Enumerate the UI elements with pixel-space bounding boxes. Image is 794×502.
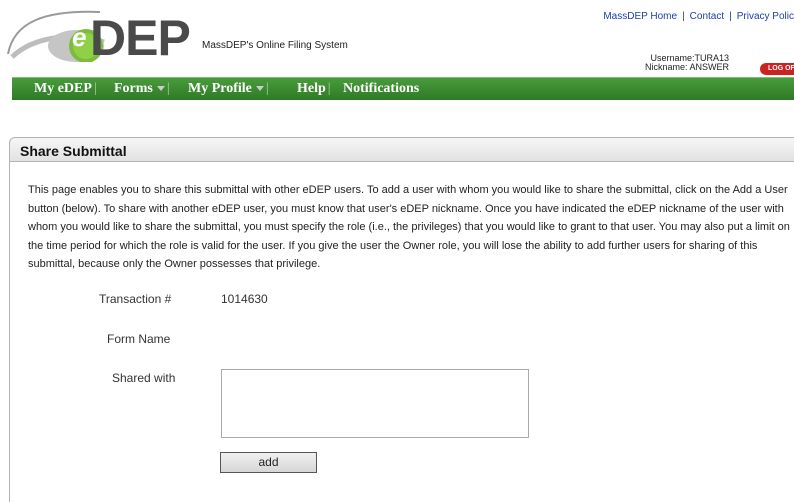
edep-logo-text: DEP bbox=[90, 10, 191, 66]
site-tagline: MassDEP's Online Filing System bbox=[202, 40, 348, 51]
nav-separator: | bbox=[166, 81, 170, 96]
nav-help[interactable]: Help | bbox=[297, 80, 331, 97]
privacy-policy-link[interactable]: Privacy Polic bbox=[737, 11, 794, 22]
form-name-label: Form Name bbox=[107, 332, 171, 346]
share-submittal-header: Share Submittal bbox=[9, 137, 794, 162]
top-links: MassDEP Home | Contact | Privacy Polic bbox=[603, 11, 794, 22]
transaction-label: Transaction # bbox=[99, 292, 172, 306]
massdep-home-link[interactable]: MassDEP Home bbox=[603, 11, 677, 22]
nickname-text: Nickname: ANSWER bbox=[644, 62, 729, 72]
contact-link[interactable]: Contact bbox=[690, 11, 724, 22]
nav-my-edep[interactable]: My eDEP | bbox=[34, 80, 97, 97]
main-nav-bar: My eDEP | Forms | My Profile | Help | Notifi… bbox=[12, 77, 794, 100]
edep-logo-e-letter: e bbox=[72, 22, 87, 52]
nav-separator: | bbox=[265, 81, 269, 96]
nav-notifications[interactable]: Notifications bbox=[343, 80, 419, 97]
nav-help-label: Help bbox=[297, 81, 326, 96]
log-off-button[interactable]: LOG OF bbox=[760, 63, 794, 75]
nav-my-profile[interactable]: My Profile | bbox=[188, 80, 269, 97]
nav-forms[interactable]: Forms | bbox=[114, 80, 170, 97]
shared-with-listbox[interactable] bbox=[221, 369, 529, 438]
nav-separator: | bbox=[93, 81, 97, 96]
add-user-button[interactable]: add bbox=[220, 452, 317, 473]
user-info: Username:TURA13 Nickname: ANSWER bbox=[622, 54, 729, 72]
page-title: Share Submittal bbox=[20, 143, 127, 159]
link-separator: | bbox=[729, 11, 732, 22]
intro-text: This page enables you to share this subm… bbox=[28, 184, 790, 270]
nav-my-edep-label: My eDEP bbox=[34, 81, 92, 96]
nav-separator: | bbox=[327, 81, 331, 96]
link-separator: | bbox=[682, 11, 685, 22]
chevron-down-icon bbox=[255, 86, 264, 92]
shared-with-label: Shared with bbox=[112, 371, 176, 385]
nav-notifications-label: Notifications bbox=[343, 81, 420, 96]
nav-forms-label: Forms bbox=[114, 81, 153, 96]
transaction-value: 1014630 bbox=[221, 292, 268, 306]
nav-my-profile-label: My Profile bbox=[188, 81, 252, 96]
chevron-down-icon bbox=[156, 86, 165, 92]
